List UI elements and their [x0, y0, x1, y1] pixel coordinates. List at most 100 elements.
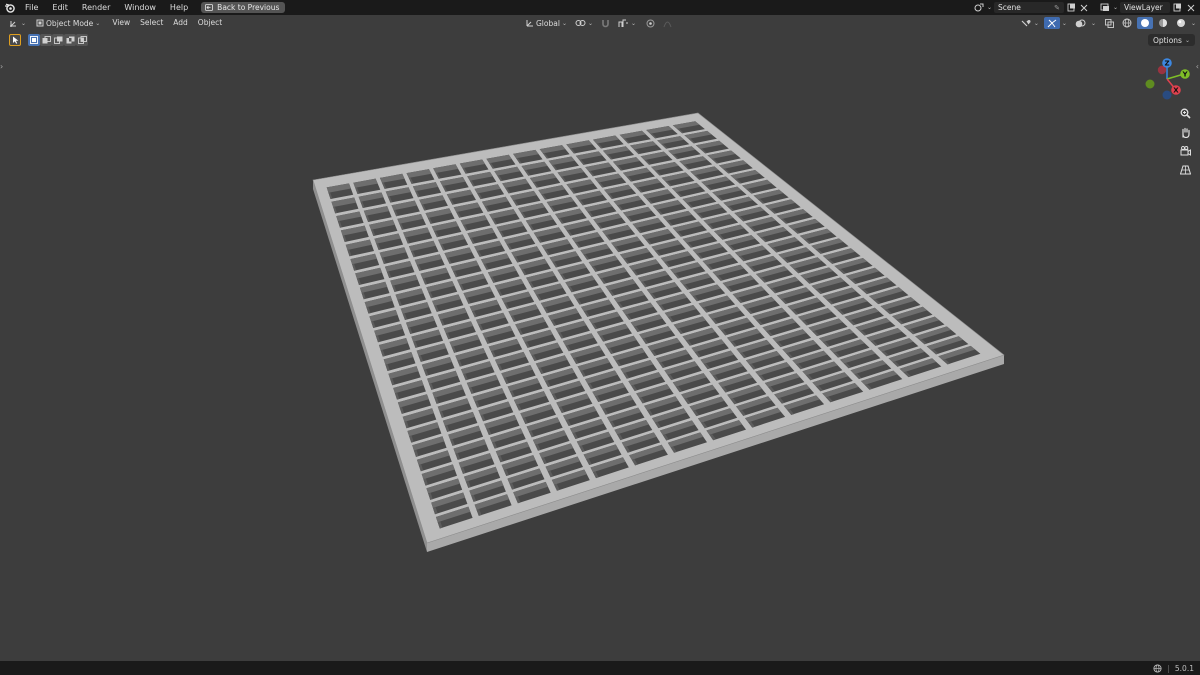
delete-view-layer-icon[interactable]	[1185, 2, 1196, 13]
mode-selector[interactable]: Object Mode ⌄	[33, 17, 103, 29]
menu-render[interactable]: Render	[75, 0, 117, 15]
grating-cell	[585, 370, 622, 390]
grating-cell-wall	[726, 286, 733, 292]
grating-cell-wall	[749, 363, 756, 370]
blender-logo-icon[interactable]	[2, 0, 16, 15]
grating-cell-wall	[866, 328, 902, 342]
overlays-toggle[interactable]	[1072, 17, 1089, 29]
select-tool-button[interactable]	[9, 34, 21, 46]
wireframe-shading-icon	[1122, 18, 1132, 28]
pan-button[interactable]	[1177, 124, 1193, 140]
toolbar-expand-arrow-icon[interactable]: ›	[0, 62, 3, 71]
gizmo-toggle[interactable]	[1043, 17, 1060, 29]
grating-cell-wall	[605, 234, 612, 241]
overlays-chevron-icon[interactable]: ⌄	[1091, 20, 1096, 27]
shading-solid-button[interactable]	[1136, 17, 1153, 29]
proportional-falloff-selector[interactable]	[660, 17, 675, 29]
shading-rendered-button[interactable]	[1173, 17, 1189, 29]
grating-cell-wall	[526, 271, 556, 283]
menu-select[interactable]: Select	[135, 15, 168, 31]
grating-cell-wall	[450, 260, 479, 272]
grating-cell-wall	[545, 456, 580, 472]
view-layer-dropdown-chevron-icon[interactable]: ⌄	[1113, 4, 1118, 11]
gizmo-chevron-icon[interactable]: ⌄	[1062, 20, 1067, 27]
viewport-3d[interactable]	[0, 0, 1200, 675]
scene-name-field[interactable]: Scene ✎	[993, 2, 1064, 13]
grating-cell	[652, 408, 691, 429]
grating-cell-wall	[736, 339, 771, 354]
grating-mesh[interactable]	[312, 112, 1005, 552]
select-mode-intersect-button[interactable]	[76, 34, 88, 46]
grating-cell-wall	[453, 202, 480, 213]
menu-file[interactable]: File	[18, 0, 45, 15]
network-globe-icon[interactable]	[1153, 663, 1162, 673]
grating-cell-wall	[587, 211, 594, 218]
back-to-previous-button[interactable]: Back to Previous	[201, 2, 286, 13]
pin-icon[interactable]: ✎	[1054, 4, 1060, 12]
grating-cell-wall	[843, 362, 851, 369]
tool-settings-row: Options ⌄	[0, 32, 1200, 48]
grating-cell-wall	[585, 370, 618, 384]
select-mode-extend-button[interactable]	[40, 34, 52, 46]
grating-cell	[577, 358, 614, 377]
options-dropdown[interactable]: Options ⌄	[1148, 34, 1195, 46]
snap-target-selector[interactable]: ⌄	[615, 17, 639, 29]
zoom-button[interactable]	[1177, 105, 1193, 121]
grating-cell	[482, 325, 516, 344]
editor-type-chevron-icon: ⌄	[21, 19, 27, 27]
proportional-editing-toggle[interactable]	[643, 17, 658, 29]
select-mode-difference-button[interactable]	[64, 34, 76, 46]
menu-add[interactable]: Add	[168, 15, 193, 31]
xray-toggle[interactable]	[1102, 17, 1117, 29]
scene-dropdown-chevron-icon[interactable]: ⌄	[987, 4, 992, 11]
scene-browse-icon[interactable]	[974, 2, 985, 13]
gizmo-neg-z-handle[interactable]	[1162, 90, 1172, 100]
snap-toggle[interactable]	[598, 17, 613, 29]
camera-view-button[interactable]	[1177, 143, 1193, 159]
select-mode-new-button[interactable]	[28, 34, 40, 46]
menu-view[interactable]: View	[107, 15, 135, 31]
grating-cell-wall	[804, 238, 812, 244]
grating-cell-wall	[620, 247, 650, 259]
menu-window[interactable]: Window	[117, 0, 163, 15]
grating-cell-wall	[442, 185, 448, 192]
shading-material-button[interactable]	[1155, 17, 1171, 29]
grating-cell-wall	[432, 384, 464, 398]
grating-cell	[427, 370, 461, 390]
new-scene-icon[interactable]	[1066, 2, 1077, 13]
menu-edit[interactable]: Edit	[45, 0, 75, 15]
grating-cell	[518, 203, 549, 219]
grating-cell-wall	[548, 308, 579, 321]
grating-cell	[490, 428, 526, 449]
xray-icon	[1105, 18, 1114, 28]
shading-chevron-icon[interactable]: ⌄	[1191, 20, 1196, 27]
editor-type-selector[interactable]: ⌄	[6, 17, 29, 29]
menu-help[interactable]: Help	[163, 0, 195, 15]
grating-cell-wall	[636, 187, 643, 193]
perspective-toggle-button[interactable]	[1177, 162, 1193, 178]
new-view-layer-icon[interactable]	[1172, 2, 1183, 13]
visibility-selector[interactable]: ⌄	[1018, 17, 1042, 29]
grating-cell-wall	[484, 414, 517, 429]
grating-cell-wall	[798, 308, 832, 321]
grating-cell-wall	[380, 349, 385, 357]
menu-object[interactable]: Object	[193, 15, 227, 31]
select-mode-subtract-button[interactable]	[52, 34, 64, 46]
navigation-gizmo[interactable]: Z Y X	[1138, 54, 1196, 104]
grating-cell-wall	[461, 361, 492, 375]
grating-cell-wall	[609, 421, 616, 428]
grating-cell	[513, 481, 551, 504]
grating-cell-wall	[416, 343, 447, 356]
gizmo-neg-y-handle[interactable]	[1145, 79, 1155, 89]
view-layer-browse-icon[interactable]	[1100, 2, 1111, 13]
delete-scene-icon[interactable]	[1079, 2, 1090, 13]
view-layer-field[interactable]: ViewLayer	[1120, 2, 1170, 13]
shading-wireframe-button[interactable]	[1119, 17, 1135, 29]
grating-cell-wall	[706, 264, 713, 270]
grating-cell-wall	[460, 215, 488, 226]
transform-orientation-selector[interactable]: Global ⌄	[522, 17, 570, 29]
sidebar-expand-arrow-icon[interactable]: ‹	[1196, 62, 1199, 71]
pivot-point-selector[interactable]: ⌄	[572, 17, 596, 29]
grating-cell-wall	[869, 287, 904, 300]
grating-cell-wall	[738, 216, 746, 222]
